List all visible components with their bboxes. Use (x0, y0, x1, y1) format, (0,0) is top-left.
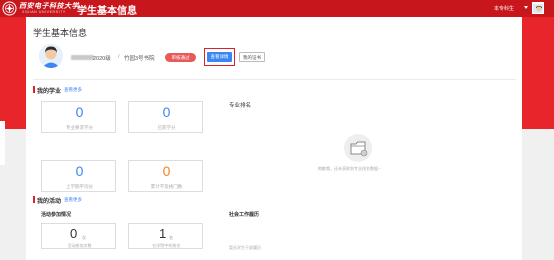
divider (33, 79, 516, 80)
stat-value: 0 (162, 104, 171, 120)
status-badge: 审核通过 (165, 53, 196, 62)
studies-section-title: 我的学业 (37, 89, 62, 95)
activity-count-card: 0 次 活动参加次数 (41, 223, 116, 249)
stat-label: 专业要求学分 (66, 125, 93, 130)
student-avatar-icon (39, 44, 63, 68)
stat-card-last-term-average: 0 上学期平均分 (41, 160, 116, 192)
ranking-empty-text: 抱歉哦，还未获取到专业排名数据~ (318, 166, 381, 171)
chevron-down-icon[interactable] (524, 6, 528, 9)
college-text: 竹园3号书院 (124, 56, 155, 62)
stat-label: 累计不及格门数 (150, 184, 183, 189)
stat-card-failed-courses: 0 累计不及格门数 (128, 160, 203, 192)
activities-section-title: 我的活动 (37, 199, 62, 205)
college-rank-unit: 名 (169, 235, 173, 240)
top-bar: 西安电子科技大学 XIDIAN UNIVERSITY 学生基本信息 本专科生 (0, 0, 554, 17)
stat-card-required-credits: 0 专业要求学分 (41, 101, 116, 133)
page-title: 学生基本信息 (33, 28, 88, 38)
my-certificates-button[interactable]: 我的证书 (239, 52, 265, 62)
section-marker (33, 86, 35, 93)
avatar[interactable] (532, 2, 544, 14)
college-rank-card: 1 名 在学院中的排名 (128, 223, 203, 249)
college-rank-value: 1 (159, 226, 167, 241)
major-ranking-title: 专业排名 (229, 103, 252, 109)
student-name-redacted (71, 55, 94, 60)
stat-label: 已获学分 (157, 125, 176, 130)
section-marker (33, 196, 35, 203)
university-logo-icon (2, 1, 17, 16)
activities-more-link[interactable]: 查看更多 (64, 197, 82, 203)
social-work-empty-text: 暂无学生干部履历 (229, 245, 261, 250)
activity-count-value: 0 (70, 226, 78, 241)
studies-more-link[interactable]: 查看更多 (64, 87, 82, 93)
empty-folder-icon (350, 141, 368, 157)
college-rank-label: 在学院中的排名 (152, 243, 181, 248)
university-name-en: XIDIAN UNIVERSITY (22, 10, 66, 14)
empty-state (344, 134, 372, 162)
grade-text: 2020级 (93, 56, 111, 62)
stat-value: 0 (75, 163, 84, 179)
activity-count-label: 活动参加次数 (67, 243, 92, 248)
side-card-edge (0, 121, 5, 165)
social-work-title: 社会工作履历 (229, 212, 260, 218)
stat-value: 0 (75, 104, 84, 120)
stat-card-earned-credits: 0 已获学分 (128, 101, 203, 133)
view-details-button[interactable]: 查看详情 (207, 52, 232, 62)
stat-value: 0 (162, 163, 171, 179)
avatar (39, 44, 63, 68)
activity-count-unit: 次 (82, 235, 86, 240)
separator: / (118, 54, 120, 60)
user-role-menu[interactable]: 本专科生 (494, 5, 514, 12)
main-panel: 学生基本信息 2020级 / 竹园3号书院 审核通过 查看详情 我的证书 我的学… (26, 17, 522, 260)
participation-title: 活动参加情况 (41, 212, 72, 218)
app-title: 学生基本信息 (77, 6, 137, 17)
user-avatar-icon (533, 4, 543, 13)
stat-label: 上学期平均分 (66, 184, 93, 189)
